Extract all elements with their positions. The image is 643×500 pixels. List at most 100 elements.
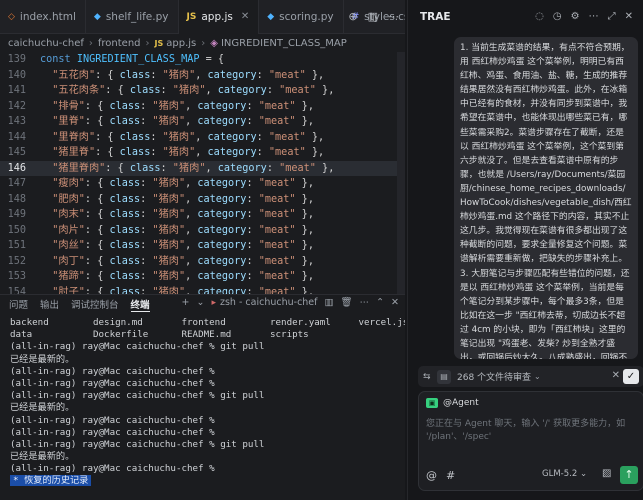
split-terminal-icon[interactable]: ▥	[325, 297, 334, 308]
line-number: 147	[7, 178, 26, 189]
mention-icon[interactable]: @	[426, 469, 437, 482]
image-icon[interactable]: ▨	[602, 468, 611, 479]
tab-shelf-life-py[interactable]: ◆ shelf_life.py	[86, 0, 179, 34]
collapse-icon[interactable]: ⇆	[423, 372, 437, 382]
send-button[interactable]: ↑	[620, 466, 638, 484]
tab-scoring-py[interactable]: ◆ scoring.py	[259, 0, 344, 34]
html-file-icon: ◇	[8, 11, 15, 22]
split-editor-icon[interactable]: ▥	[368, 10, 378, 23]
model-select[interactable]: GLM-5.2 ⌄	[542, 469, 587, 479]
agent-tag[interactable]: ▣ @Agent	[426, 398, 479, 408]
line-number: 148	[7, 193, 26, 205]
compare-icon[interactable]: ⊕	[348, 10, 357, 23]
terminal-line: (all-in-rag) ray@Mac caichuchu-chef % gi…	[10, 390, 265, 402]
trash-icon[interactable]: 🗑	[341, 297, 353, 308]
code-line[interactable]: 148 "肥肉": { class: "猪肉", category: "meat…	[0, 192, 405, 208]
code-line[interactable]: 152 "肉丁": { class: "猪肉", category: "meat…	[0, 254, 405, 270]
map-key: 猪里脊肉	[58, 162, 100, 174]
code-line[interactable]: 139 const INGREDIENT_CLASS_MAP = {	[0, 52, 405, 68]
new-terminal-icon[interactable]: +	[182, 297, 190, 308]
breadcrumb-item[interactable]: app.js	[166, 38, 196, 49]
maximize-panel-icon[interactable]: ⌃	[376, 297, 384, 308]
code-line[interactable]: 147 "瘦肉": { class: "猪肉", category: "meat…	[0, 176, 405, 192]
tab-debug-console[interactable]: 调试控制台	[71, 297, 119, 311]
code-line[interactable]: 140 "五花肉": { class: "猪肉", category: "mea…	[0, 68, 405, 84]
code-line[interactable]: 151 "肉丝": { class: "猪肉", category: "meat…	[0, 238, 405, 254]
code-editor[interactable]: 139 const INGREDIENT_CLASS_MAP = {140 "五花…	[0, 52, 405, 294]
tab-label: index.html	[19, 10, 76, 23]
map-key: 猪里脊	[58, 147, 89, 158]
terminal-title: zsh - caichuchu-chef	[220, 297, 318, 308]
category-value: meat	[264, 240, 290, 251]
chat-icon[interactable]: ◌	[535, 11, 544, 22]
breadcrumb: caichuchu-chef › frontend › JS app.js › …	[0, 34, 405, 52]
breadcrumb-item[interactable]: frontend	[98, 38, 141, 49]
chevron-down-icon[interactable]: ⌄	[197, 297, 205, 308]
history-restored-line: * 恢复的历史记录	[10, 475, 405, 487]
category-value: meat	[275, 131, 300, 143]
agent-label: @Agent	[443, 398, 479, 408]
reject-all-button[interactable]: ✕	[612, 370, 620, 381]
terminal-line: (all-in-rag) ray@Mac caichuchu-chef % gi…	[10, 341, 265, 353]
js-file-icon: JS	[186, 11, 197, 22]
close-icon[interactable]: ✕	[391, 297, 399, 308]
breadcrumb-item[interactable]: INGREDIENT_CLASS_MAP	[221, 38, 347, 49]
terminal-icon: ▸	[211, 297, 216, 308]
terminal-output[interactable]: backend design.md frontend render.yaml v…	[0, 313, 405, 500]
code-line[interactable]: 143 "里脊": { class: "猪肉", category: "meat…	[0, 114, 405, 130]
class-value: 猪肉	[168, 147, 190, 158]
code-line[interactable]: 141 "五花肉条": { class: "猪肉", category: "me…	[0, 83, 405, 99]
category-value: meat	[264, 224, 290, 236]
map-key: 肉末	[58, 209, 79, 220]
more-icon[interactable]: ⋯	[388, 10, 399, 23]
code-line[interactable]: 144 "里脊肉": { class: "猪肉", category: "mea…	[0, 130, 405, 146]
map-key: 肘子	[58, 286, 79, 295]
model-label: GLM-5.2	[542, 469, 578, 479]
map-key: 猪蹄	[58, 271, 79, 282]
map-key: 肥肉	[58, 193, 79, 205]
code-line[interactable]: 149 "肉末": { class: "猪肉", category: "meat…	[0, 207, 405, 223]
class-value: 猪肉	[158, 255, 179, 267]
constant-name: INGREDIENT_CLASS_MAP	[76, 54, 200, 65]
tab-output[interactable]: 输出	[40, 297, 59, 311]
category-value: meat	[285, 85, 310, 96]
class-value: 猪肉	[158, 178, 179, 189]
minimap[interactable]	[397, 52, 405, 294]
tab-app-js[interactable]: JS app.js ✕	[178, 0, 260, 34]
code-line[interactable]: 145 "猪里脊": { class: "猪肉", category: "mea…	[0, 145, 405, 161]
line-number: 142	[7, 100, 26, 112]
category-value: meat	[264, 116, 290, 127]
close-icon[interactable]: ✕	[241, 11, 249, 22]
map-key: 五花肉条	[58, 85, 100, 96]
category-value: meat	[264, 271, 290, 282]
code-line[interactable]: 146 "猪里脊肉": { class: "猪肉", category: "me…	[0, 160, 405, 176]
code-line[interactable]: 150 "肉片": { class: "猪肉", category: "meat…	[0, 223, 405, 239]
code-line[interactable]: 153 "猪蹄": { class: "猪肉", category: "meat…	[0, 269, 405, 285]
hash-icon[interactable]: #	[446, 469, 455, 482]
tab-terminal[interactable]: 终端	[130, 297, 150, 312]
code-line[interactable]: 142 "排骨": { class: "猪肉", category: "meat…	[0, 99, 405, 115]
terminal-selector[interactable]: ▸ zsh - caichuchu-chef	[211, 297, 317, 308]
tab-problems[interactable]: 问题	[9, 297, 28, 311]
chat-input[interactable]: 您正在与 Agent 聊天，输入 '/' 获取更多能力，如 '/plan'、'/…	[426, 418, 638, 444]
history-icon[interactable]: ◷	[553, 11, 562, 22]
more-icon[interactable]: ⋯	[589, 11, 599, 22]
settings-icon[interactable]: ⚙	[571, 11, 580, 22]
class-value: 猪肉	[158, 193, 179, 205]
terminal-line: (all-in-rag) ray@Mac caichuchu-chef % gi…	[10, 438, 265, 450]
maximize-icon[interactable]: ⤢	[608, 11, 616, 22]
line-number: 141	[7, 85, 26, 96]
tab-index-html[interactable]: ◇ index.html	[0, 0, 86, 34]
class-value: 猪肉	[158, 116, 179, 127]
code-line[interactable]: 154 "肘子": { class: "猪肉", category: "meat…	[0, 285, 405, 295]
pending-files-count[interactable]: 268 个文件待审查	[457, 370, 531, 383]
accept-all-button[interactable]: ✓	[623, 369, 639, 384]
close-icon[interactable]: ✕	[625, 11, 633, 22]
chevron-down-icon[interactable]: ⌄	[534, 372, 541, 381]
category-value: meat	[264, 209, 290, 220]
js-file-icon: JS	[154, 38, 164, 48]
map-key: 里脊	[58, 116, 79, 127]
more-icon[interactable]: ⋯	[360, 297, 370, 308]
breadcrumb-item[interactable]: caichuchu-chef	[8, 38, 84, 49]
